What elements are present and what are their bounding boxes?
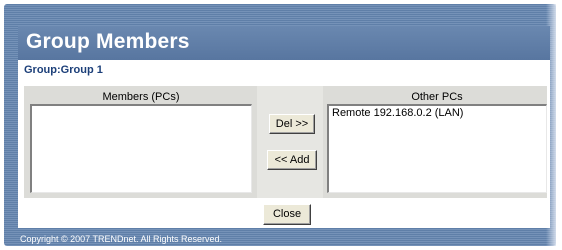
- header-bar: Group Members: [18, 26, 550, 60]
- content-area: Group:Group 1 Members (PCs) Del >> << Ad…: [18, 60, 550, 228]
- close-button[interactable]: Close: [263, 204, 311, 225]
- add-button[interactable]: << Add: [267, 150, 317, 170]
- group-name: Group 1: [60, 64, 103, 76]
- footer: Copyright © 2007 TRENDnet. All Rights Re…: [18, 234, 550, 246]
- button-column: [257, 86, 323, 198]
- delete-button[interactable]: Del >>: [269, 114, 315, 134]
- members-listbox[interactable]: [30, 104, 252, 193]
- group-label: Group:Group 1: [24, 64, 103, 76]
- members-panel: Members (PCs) Del >> << Add Other PCs Re…: [24, 86, 547, 198]
- page-title: Group Members: [26, 30, 190, 53]
- list-option[interactable]: Remote 192.168.0.2 (LAN): [329, 106, 546, 120]
- members-label: Members (PCs): [102, 91, 180, 103]
- other-pcs-listbox[interactable]: Remote 192.168.0.2 (LAN): [327, 104, 547, 193]
- other-pcs-label: Other PCs: [411, 91, 463, 103]
- group-prefix: Group:: [24, 64, 61, 76]
- copyright-text: Copyright © 2007 TRENDnet. All Rights Re…: [20, 234, 223, 244]
